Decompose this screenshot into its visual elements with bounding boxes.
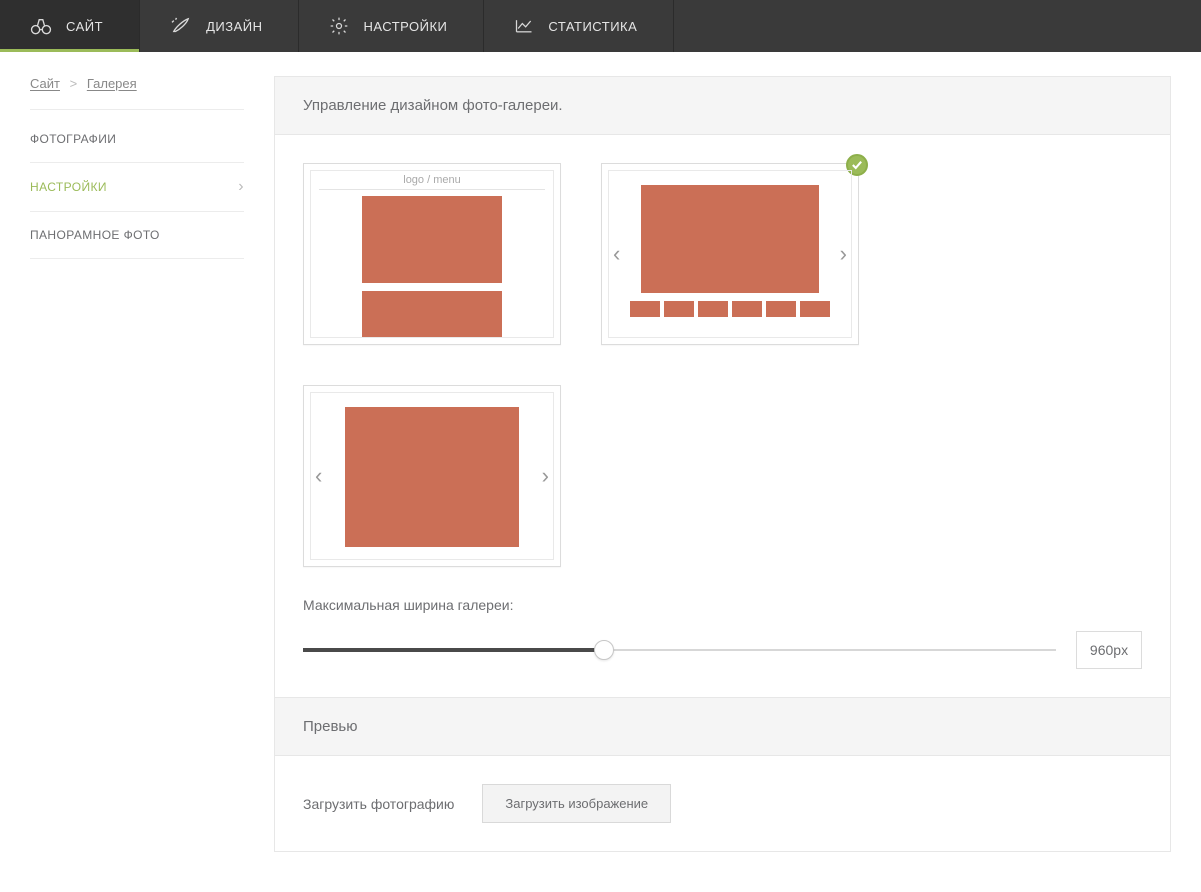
preview-title: Превью	[275, 697, 1170, 756]
breadcrumb: Сайт > Галерея	[30, 76, 244, 110]
breadcrumb-root[interactable]: Сайт	[30, 76, 60, 91]
nav-site-label: САЙТ	[66, 19, 103, 34]
side-menu: ФОТОГРАФИИ НАСТРОЙКИ › ПАНОРАМНОЕ ФОТО	[30, 116, 244, 259]
slider-fill	[303, 648, 604, 652]
layout-thumbs	[609, 301, 851, 317]
max-width-slider[interactable]	[303, 640, 1056, 660]
chart-icon	[514, 17, 534, 35]
panel-title: Управление дизайном фото-галереи.	[275, 77, 1170, 135]
upload-button[interactable]: Загрузить изображение	[482, 784, 671, 823]
chevron-right-icon: ›	[542, 465, 549, 487]
layout-block	[641, 185, 819, 293]
slider-label: Максимальная ширина галереи:	[303, 597, 1142, 613]
nav-design-label: ДИЗАЙН	[206, 19, 262, 34]
nav-site[interactable]: САЙТ	[0, 0, 140, 52]
breadcrumb-current[interactable]: Галерея	[87, 76, 137, 91]
slider-value: 960px	[1076, 631, 1142, 669]
gallery-design-panel: Управление дизайном фото-галереи. logo /…	[274, 76, 1171, 852]
layout-option-list[interactable]: logo / menu	[303, 163, 561, 345]
chevron-left-icon: ‹	[315, 465, 322, 487]
layout-option-slider[interactable]: ‹ ›	[303, 385, 561, 567]
layout-block	[345, 407, 519, 547]
chevron-left-icon: ‹	[613, 243, 620, 265]
nav-settings-label: НАСТРОЙКИ	[363, 19, 447, 34]
chevron-right-icon: ›	[238, 179, 244, 195]
nav-stats-label: СТАТИСТИКА	[548, 19, 637, 34]
sidemenu-item-label: ПАНОРАМНОЕ ФОТО	[30, 228, 160, 242]
layout-card-caption: logo / menu	[319, 171, 545, 190]
nav-design[interactable]: ДИЗАЙН	[140, 0, 299, 52]
chevron-right-icon: ›	[840, 243, 847, 265]
slider-handle[interactable]	[594, 640, 614, 660]
nav-settings[interactable]: НАСТРОЙКИ	[299, 0, 484, 52]
layout-options: logo / menu ‹	[303, 163, 1142, 567]
sidemenu-item-label: ФОТОГРАФИИ	[30, 132, 116, 146]
sidemenu-settings[interactable]: НАСТРОЙКИ ›	[30, 163, 244, 212]
binoculars-icon	[30, 17, 52, 35]
nav-stats[interactable]: СТАТИСТИКА	[484, 0, 674, 52]
layout-block	[362, 291, 502, 338]
gear-icon	[329, 16, 349, 36]
layout-option-slider-thumbs[interactable]: ‹ ›	[601, 163, 859, 345]
upload-label: Загрузить фотографию	[303, 796, 454, 812]
breadcrumb-sep: >	[70, 76, 78, 91]
sidemenu-item-label: НАСТРОЙКИ	[30, 180, 107, 194]
sidemenu-panorama[interactable]: ПАНОРАМНОЕ ФОТО	[30, 212, 244, 259]
brush-icon	[170, 17, 192, 35]
top-nav: САЙТ ДИЗАЙН НАСТРОЙКИ СТАТИСТИКА	[0, 0, 1201, 52]
layout-block	[362, 196, 502, 283]
sidemenu-photos[interactable]: ФОТОГРАФИИ	[30, 116, 244, 163]
